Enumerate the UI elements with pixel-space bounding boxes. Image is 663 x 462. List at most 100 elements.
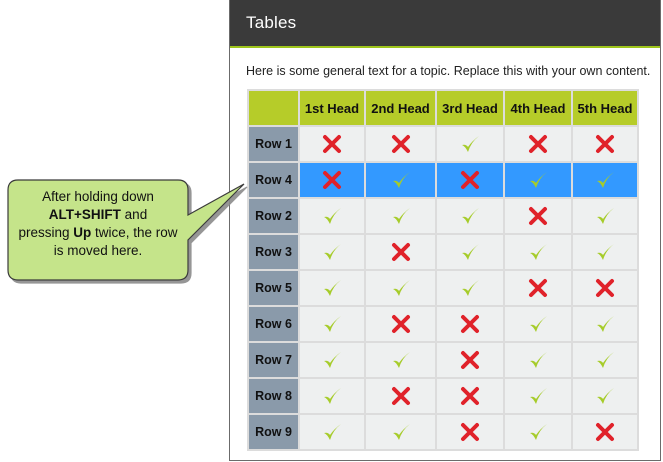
column-header-2[interactable]: 2nd Head [366, 91, 435, 125]
table-cell[interactable] [437, 127, 503, 161]
column-header-4[interactable]: 4th Head [505, 91, 571, 125]
table-cell[interactable] [300, 163, 364, 197]
row-header[interactable]: Row 3 [249, 235, 298, 269]
check-icon [321, 277, 343, 299]
table-cell[interactable] [300, 271, 364, 305]
table-cell[interactable] [366, 271, 435, 305]
x-icon [390, 313, 412, 335]
table-cell[interactable] [366, 163, 435, 197]
table-cell[interactable] [437, 307, 503, 341]
table-cell[interactable] [366, 415, 435, 449]
check-icon [594, 313, 616, 335]
callout-bubble: After holding down ALT+SHIFT and pressin… [0, 170, 250, 300]
table-cell[interactable] [366, 343, 435, 377]
table-cell[interactable] [437, 163, 503, 197]
table-cell[interactable] [573, 199, 637, 233]
table-row[interactable]: Row 9 [249, 415, 637, 449]
check-icon [527, 313, 549, 335]
check-icon [459, 277, 481, 299]
column-header-3[interactable]: 3rd Head [437, 91, 503, 125]
x-icon [459, 169, 481, 191]
row-header[interactable]: Row 2 [249, 199, 298, 233]
table-cell[interactable] [505, 235, 571, 269]
row-header[interactable]: Row 8 [249, 379, 298, 413]
table-cell[interactable] [437, 415, 503, 449]
column-header-1[interactable]: 1st Head [300, 91, 364, 125]
table-cell[interactable] [573, 343, 637, 377]
table-cell[interactable] [573, 127, 637, 161]
table-cell[interactable] [505, 343, 571, 377]
table-cell[interactable] [573, 379, 637, 413]
callout-line: and [120, 207, 148, 222]
table-cell[interactable] [300, 235, 364, 269]
table-row[interactable]: Row 1 [249, 127, 637, 161]
column-header-5[interactable]: 5th Head [573, 91, 637, 125]
x-icon [594, 277, 616, 299]
table-cell[interactable] [437, 343, 503, 377]
check-icon [459, 241, 481, 263]
table-row[interactable]: Row 2 [249, 199, 637, 233]
table-cell[interactable] [300, 127, 364, 161]
x-icon [321, 169, 343, 191]
check-icon [321, 205, 343, 227]
table-row-selected[interactable]: Row 4 [249, 163, 637, 197]
check-icon [594, 169, 616, 191]
table-row[interactable]: Row 8 [249, 379, 637, 413]
table-row[interactable]: Row 5 [249, 271, 637, 305]
row-header[interactable]: Row 7 [249, 343, 298, 377]
table-cell[interactable] [437, 199, 503, 233]
row-header[interactable]: Row 9 [249, 415, 298, 449]
check-icon [527, 349, 549, 371]
table-cell[interactable] [573, 307, 637, 341]
page-title: Tables [246, 13, 297, 32]
table-cell[interactable] [300, 415, 364, 449]
table-cell[interactable] [366, 307, 435, 341]
table-cell[interactable] [366, 235, 435, 269]
table-cell[interactable] [505, 271, 571, 305]
table-cell[interactable] [573, 163, 637, 197]
table-cell[interactable] [366, 199, 435, 233]
check-icon [527, 241, 549, 263]
topic-panel: Tables Here is some general text for a t… [229, 0, 661, 461]
check-icon [594, 241, 616, 263]
table-cell[interactable] [573, 415, 637, 449]
table-row[interactable]: Row 7 [249, 343, 637, 377]
table-cell[interactable] [505, 415, 571, 449]
table-cell[interactable] [366, 127, 435, 161]
x-icon [594, 421, 616, 443]
table-cell[interactable] [437, 235, 503, 269]
row-header[interactable]: Row 6 [249, 307, 298, 341]
x-icon [527, 277, 549, 299]
row-header[interactable]: Row 4 [249, 163, 298, 197]
table-row[interactable]: Row 6 [249, 307, 637, 341]
table-cell[interactable] [505, 163, 571, 197]
table-cell[interactable] [573, 235, 637, 269]
check-icon [459, 133, 481, 155]
table-cell[interactable] [437, 271, 503, 305]
header-row: 1st Head 2nd Head 3rd Head 4th Head 5th … [249, 91, 637, 125]
table-cell[interactable] [300, 307, 364, 341]
check-icon [390, 169, 412, 191]
table-cell[interactable] [300, 199, 364, 233]
table-cell[interactable] [366, 379, 435, 413]
table-cell[interactable] [505, 199, 571, 233]
check-icon [594, 385, 616, 407]
table-cell[interactable] [300, 343, 364, 377]
table-cell[interactable] [300, 379, 364, 413]
table-cell[interactable] [505, 127, 571, 161]
row-header[interactable]: Row 5 [249, 271, 298, 305]
check-icon [321, 349, 343, 371]
table-cell[interactable] [573, 271, 637, 305]
row-header[interactable]: Row 1 [249, 127, 298, 161]
check-icon [390, 205, 412, 227]
check-icon [390, 277, 412, 299]
check-icon [594, 205, 616, 227]
x-icon [390, 385, 412, 407]
check-icon [390, 349, 412, 371]
table-row[interactable]: Row 3 [249, 235, 637, 269]
table-cell[interactable] [437, 379, 503, 413]
table-cell[interactable] [505, 379, 571, 413]
callout-keys: ALT+SHIFT [48, 207, 121, 222]
check-icon [321, 421, 343, 443]
table-cell[interactable] [505, 307, 571, 341]
